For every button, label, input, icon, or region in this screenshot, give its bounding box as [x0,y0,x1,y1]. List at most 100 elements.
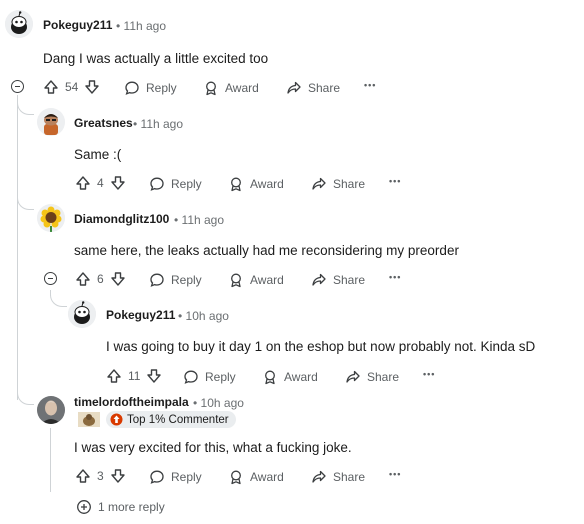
award-button[interactable]: Award [228,272,284,288]
comment-time[interactable]: 10h ago [201,396,244,410]
comment-meta: • 11h ago [133,117,183,131]
more-options-button[interactable]: ••• [364,80,376,90]
share-button[interactable]: Share [311,469,365,485]
vote-controls: 3 [75,468,126,484]
downvote-icon[interactable] [110,175,126,191]
reply-label: Reply [171,177,202,191]
comment-body: same here, the leaks actually had me rec… [74,243,459,258]
award-button[interactable]: Award [203,80,259,96]
upvote-icon[interactable] [75,468,91,484]
collapse-thread-button[interactable] [11,80,24,93]
share-icon [312,273,326,286]
comment-time[interactable]: 11h ago [182,213,225,227]
comment-author[interactable]: Pokeguy211 [106,308,175,322]
share-label: Share [333,470,366,484]
share-button[interactable]: Share [345,369,399,385]
share-button[interactable]: Share [311,272,365,288]
snoo-avatar-icon [5,10,33,38]
thread-elbow-greatsnes [17,100,34,115]
comment-time[interactable]: 10h ago [186,309,229,323]
more-replies-button[interactable]: 1 more reply [76,499,165,515]
avatar[interactable] [5,10,33,38]
chat-bubble-icon [150,470,164,484]
vote-count: 4 [97,176,104,190]
award-icon [231,273,241,288]
award-icon [231,177,241,192]
badge-label: Top 1% Commenter [127,413,229,426]
reply-button[interactable]: Reply [149,469,202,485]
reply-label: Reply [171,470,202,484]
thread-line-main [17,95,18,400]
chat-bubble-icon [150,177,164,191]
chat-bubble-icon [125,81,139,95]
vote-count: 3 [97,469,104,483]
upvote-icon[interactable] [75,175,91,191]
more-options-button[interactable]: ••• [423,369,435,379]
top-commenter-badge: Top 1% Commenter [106,411,236,428]
vote-controls: 6 [75,271,126,287]
thread-elbow-diamondglitz [17,195,34,210]
reply-button[interactable]: Reply [124,80,177,96]
avatar[interactable] [68,300,96,328]
upvote-icon[interactable] [106,368,122,384]
reply-label: Reply [171,273,202,287]
comment-author[interactable]: timelordoftheimpala [74,395,189,409]
comment-body: Dang I was actually a little excited too [43,51,269,66]
avatar[interactable] [37,204,65,232]
comment-author[interactable]: Greatsnes [74,116,133,130]
downvote-icon[interactable] [146,368,162,384]
thread-elbow-pokeguy-reply [50,292,67,307]
award-icon [231,470,241,485]
avatar[interactable] [37,108,65,136]
reply-button[interactable]: Reply [149,176,202,192]
upvote-icon[interactable] [43,79,59,95]
more-options-button[interactable]: ••• [389,469,401,479]
meta-separator: • [174,213,179,227]
share-button[interactable]: Share [286,80,340,96]
comment-body: I was very excited for this, what a fuck… [74,440,352,455]
award-icon [206,81,216,96]
share-icon [312,470,326,483]
award-button[interactable]: Award [228,469,284,485]
share-label: Share [367,370,400,384]
snoo-avatar-icon [37,204,65,232]
award-label: Award [284,370,318,384]
community-achievement-icon [110,413,123,426]
more-options-button[interactable]: ••• [389,272,401,282]
more-options-button[interactable]: ••• [389,176,401,186]
comment-time[interactable]: 11h ago [124,19,167,33]
reply-button[interactable]: Reply [149,272,202,288]
comment-author[interactable]: Diamondglitz100 [74,212,169,226]
chat-bubble-icon [184,370,198,384]
award-button[interactable]: Award [228,176,284,192]
vote-controls: 11 [106,368,162,384]
comment-body: I was going to buy it day 1 on the eshop… [106,339,536,354]
meta-separator: • [193,396,198,410]
reply-button[interactable]: Reply [183,369,236,385]
vote-count: 11 [128,369,141,383]
expand-plus-icon [77,500,91,514]
thread-line-timelord [50,428,51,492]
downvote-icon[interactable] [110,271,126,287]
share-icon [346,370,360,383]
watermark-text: xsoyo [442,466,572,510]
share-label: Share [333,273,366,287]
upvote-icon[interactable] [75,271,91,287]
comment-author[interactable]: Pokeguy211 [43,18,112,32]
vote-controls: 4 [75,175,126,191]
award-button[interactable]: Award [262,369,318,385]
downvote-icon[interactable] [84,79,100,95]
share-button[interactable]: Share [311,176,365,192]
award-label: Award [250,273,284,287]
comment-time[interactable]: 11h ago [141,117,184,131]
downvote-icon[interactable] [110,468,126,484]
avatar[interactable] [37,396,65,424]
collapse-thread-button[interactable] [44,272,57,285]
more-replies-label: 1 more reply [98,500,165,514]
profile-photo-icon [37,396,65,424]
share-label: Share [333,177,366,191]
award-label: Award [225,81,259,95]
user-flair-image [78,412,100,427]
snoo-avatar-icon [68,300,96,328]
comment-meta: • 11h ago [116,19,166,33]
